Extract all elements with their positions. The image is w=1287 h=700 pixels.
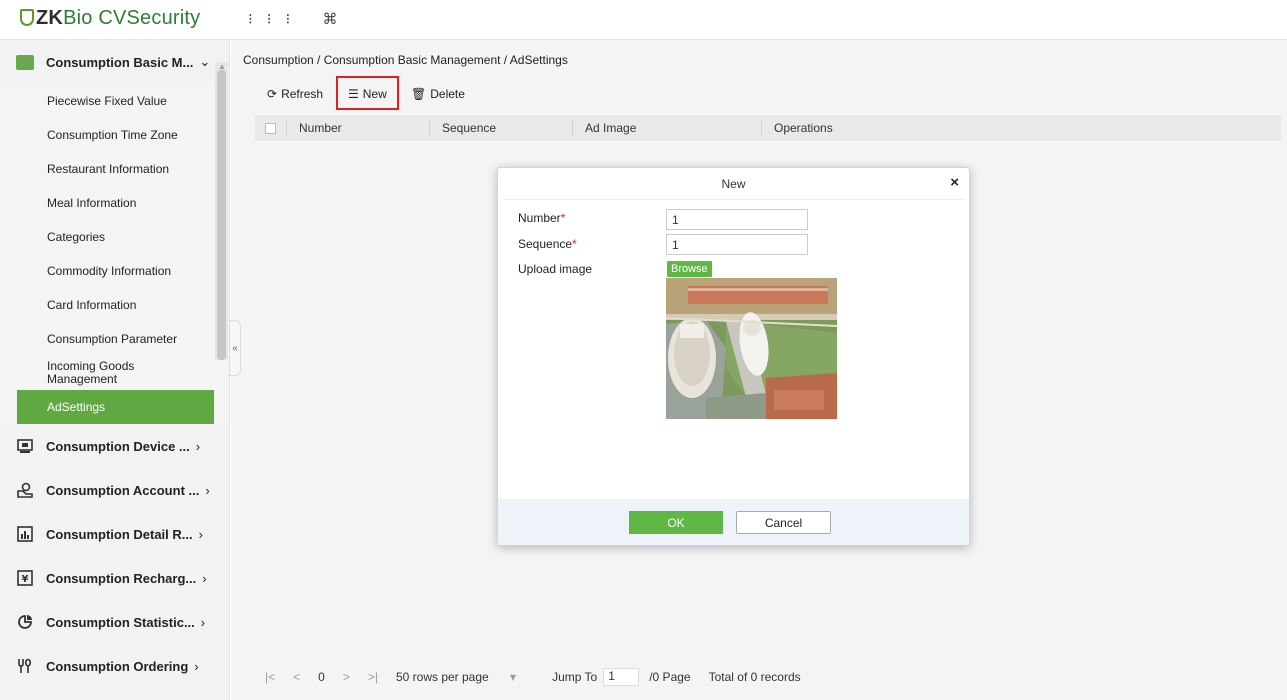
sidebar-sub-list: Piecewise Fixed Value Consumption Time Z… (0, 84, 229, 424)
page-count: /0 Page (649, 670, 691, 684)
sidebar-collapse-handle[interactable]: « (229, 320, 241, 376)
prev-page-button[interactable]: < (293, 670, 300, 684)
trash-icon: 🗑 (411, 87, 427, 101)
sidebar-item-commodity-information[interactable]: Commodity Information (0, 254, 229, 288)
report-chart-icon (16, 526, 34, 542)
sequence-field[interactable]: 1 (666, 234, 808, 255)
sidebar-item-meal-information[interactable]: Meal Information (0, 186, 229, 220)
column-sequence[interactable]: Sequence (429, 121, 572, 135)
svg-text:¥: ¥ (22, 574, 29, 585)
column-operations[interactable]: Operations (761, 121, 961, 135)
jump-to-label: Jump To (552, 670, 598, 684)
chevron-down-icon: ⌄ (199, 54, 211, 69)
sidebar-group-label: Consumption Basic M... (46, 54, 194, 70)
rows-per-page-label: 50 rows per page (395, 670, 489, 684)
sidebar-group-consumption-recharge[interactable]: ¥ Consumption Recharg... › (0, 556, 229, 600)
sidebar-item-piecewise-fixed-value[interactable]: Piecewise Fixed Value (0, 84, 229, 118)
sidebar-group-label: Consumption Device ... (46, 438, 190, 454)
last-page-button[interactable]: >| (368, 670, 378, 684)
sidebar-group-consumption-statistic[interactable]: Consumption Statistic... › (0, 600, 229, 644)
dropdown-caret-icon: ▾ (510, 670, 517, 684)
dialog-header: New × (498, 168, 969, 199)
table-header: Number Sequence Ad Image Operations (255, 115, 1281, 141)
logo-text-zk: ZK (36, 7, 64, 29)
chevron-right-icon: › (202, 570, 207, 586)
account-icon (16, 482, 34, 498)
delete-button[interactable]: 🗑 Delete (411, 87, 465, 101)
sidebar-item-consumption-time-zone[interactable]: Consumption Time Zone (0, 118, 229, 152)
dialog-body: Number* 1 Sequence* 1 Upload image Brows… (503, 199, 966, 498)
number-label-text: Number (518, 211, 561, 225)
sidebar-item-adsettings[interactable]: AdSettings (17, 390, 214, 424)
collapse-left-icon: « (232, 342, 238, 354)
sidebar-scrollbar[interactable]: ▲ (215, 62, 228, 360)
column-number[interactable]: Number (286, 121, 429, 135)
cancel-button[interactable]: Cancel (736, 511, 831, 534)
chevron-right-icon: › (194, 658, 199, 674)
dialog-footer: OK Cancel (498, 499, 969, 545)
sequence-label: Sequence* (518, 237, 577, 251)
breadcrumb: Consumption / Consumption Basic Manageme… (243, 53, 568, 67)
sidebar-group-consumption-basic[interactable]: Consumption Basic M... ⌄ (0, 40, 229, 84)
required-marker: * (572, 237, 577, 251)
new-button-highlight (336, 76, 399, 110)
top-icons: ⁝⁝⁝ ⌘ (248, 10, 351, 28)
shield-logo-icon (20, 9, 34, 26)
column-ad-image[interactable]: Ad Image (572, 121, 761, 135)
refresh-icon: ⟳ (267, 87, 278, 101)
scrollbar-thumb[interactable] (217, 70, 226, 360)
chevron-right-icon: › (205, 482, 210, 498)
sidebar: Consumption Basic M... ⌄ Piecewise Fixed… (0, 40, 230, 700)
sidebar-group-consumption-detail[interactable]: Consumption Detail R... › (0, 512, 229, 556)
current-page: 0 (318, 670, 325, 684)
sidebar-group-label: Consumption Ordering (46, 658, 189, 674)
jump-to-input[interactable]: 1 (603, 668, 640, 686)
app-logo[interactable]: ZKBio CVSecurity (20, 7, 200, 30)
refresh-label: Refresh (281, 87, 324, 101)
device-icon (16, 438, 34, 454)
utensils-icon (16, 658, 34, 674)
number-label: Number* (518, 211, 565, 225)
pagination: |< < 0 > >| 50 rows per page ▾ Jump To 1… (255, 660, 1281, 694)
grid-icon[interactable]: ⁝⁝⁝ (248, 11, 304, 28)
refresh-button[interactable]: ⟳ Refresh (267, 87, 323, 101)
next-page-button[interactable]: > (343, 670, 350, 684)
sidebar-group-consumption-account[interactable]: Consumption Account ... › (0, 468, 229, 512)
sidebar-item-categories[interactable]: Categories (0, 220, 229, 254)
ad-image-preview (666, 278, 837, 419)
total-records: Total of 0 records (708, 670, 801, 684)
command-icon[interactable]: ⌘ (322, 11, 351, 28)
close-icon[interactable]: × (950, 174, 959, 191)
sidebar-item-incoming-goods[interactable]: Incoming Goods Management (0, 356, 170, 390)
yen-icon: ¥ (16, 570, 34, 586)
basic-management-icon (16, 54, 34, 70)
chevron-right-icon: › (200, 614, 206, 630)
rows-per-page-select[interactable]: 50 rows per page ▾ (396, 670, 534, 684)
dialog-title: New (721, 176, 746, 191)
upload-image-label: Upload image (518, 262, 593, 276)
new-dialog: New × Number* 1 Sequence* 1 Upload image… (497, 167, 970, 546)
delete-label: Delete (430, 87, 465, 101)
sidebar-item-restaurant-information[interactable]: Restaurant Information (0, 152, 229, 186)
sidebar-item-card-information[interactable]: Card Information (0, 288, 229, 322)
sidebar-group-consumption-ordering[interactable]: Consumption Ordering › (0, 644, 229, 688)
chevron-right-icon: › (195, 438, 201, 454)
logo-text-product: Bio CVSecurity (63, 7, 201, 29)
browse-button[interactable]: Browse (667, 261, 712, 277)
sidebar-group-label: Consumption Recharg... (46, 570, 197, 586)
sidebar-group-label: Consumption Statistic... (46, 614, 195, 630)
top-bar: ZKBio CVSecurity ⁝⁝⁝ ⌘ (0, 0, 1287, 40)
sidebar-group-consumption-device[interactable]: Consumption Device ... › (0, 424, 229, 468)
select-all-checkbox[interactable] (265, 122, 276, 134)
pie-chart-icon (16, 614, 34, 630)
sequence-label-text: Sequence (518, 237, 573, 251)
chevron-right-icon: › (198, 526, 203, 542)
first-page-button[interactable]: |< (265, 670, 275, 684)
sidebar-group-label: Consumption Account ... (46, 482, 200, 498)
sidebar-item-consumption-parameter[interactable]: Consumption Parameter (0, 322, 229, 356)
required-marker: * (560, 211, 566, 225)
number-field[interactable]: 1 (666, 209, 808, 230)
ok-button[interactable]: OK (629, 511, 723, 534)
sidebar-group-label: Consumption Detail R... (46, 526, 193, 542)
